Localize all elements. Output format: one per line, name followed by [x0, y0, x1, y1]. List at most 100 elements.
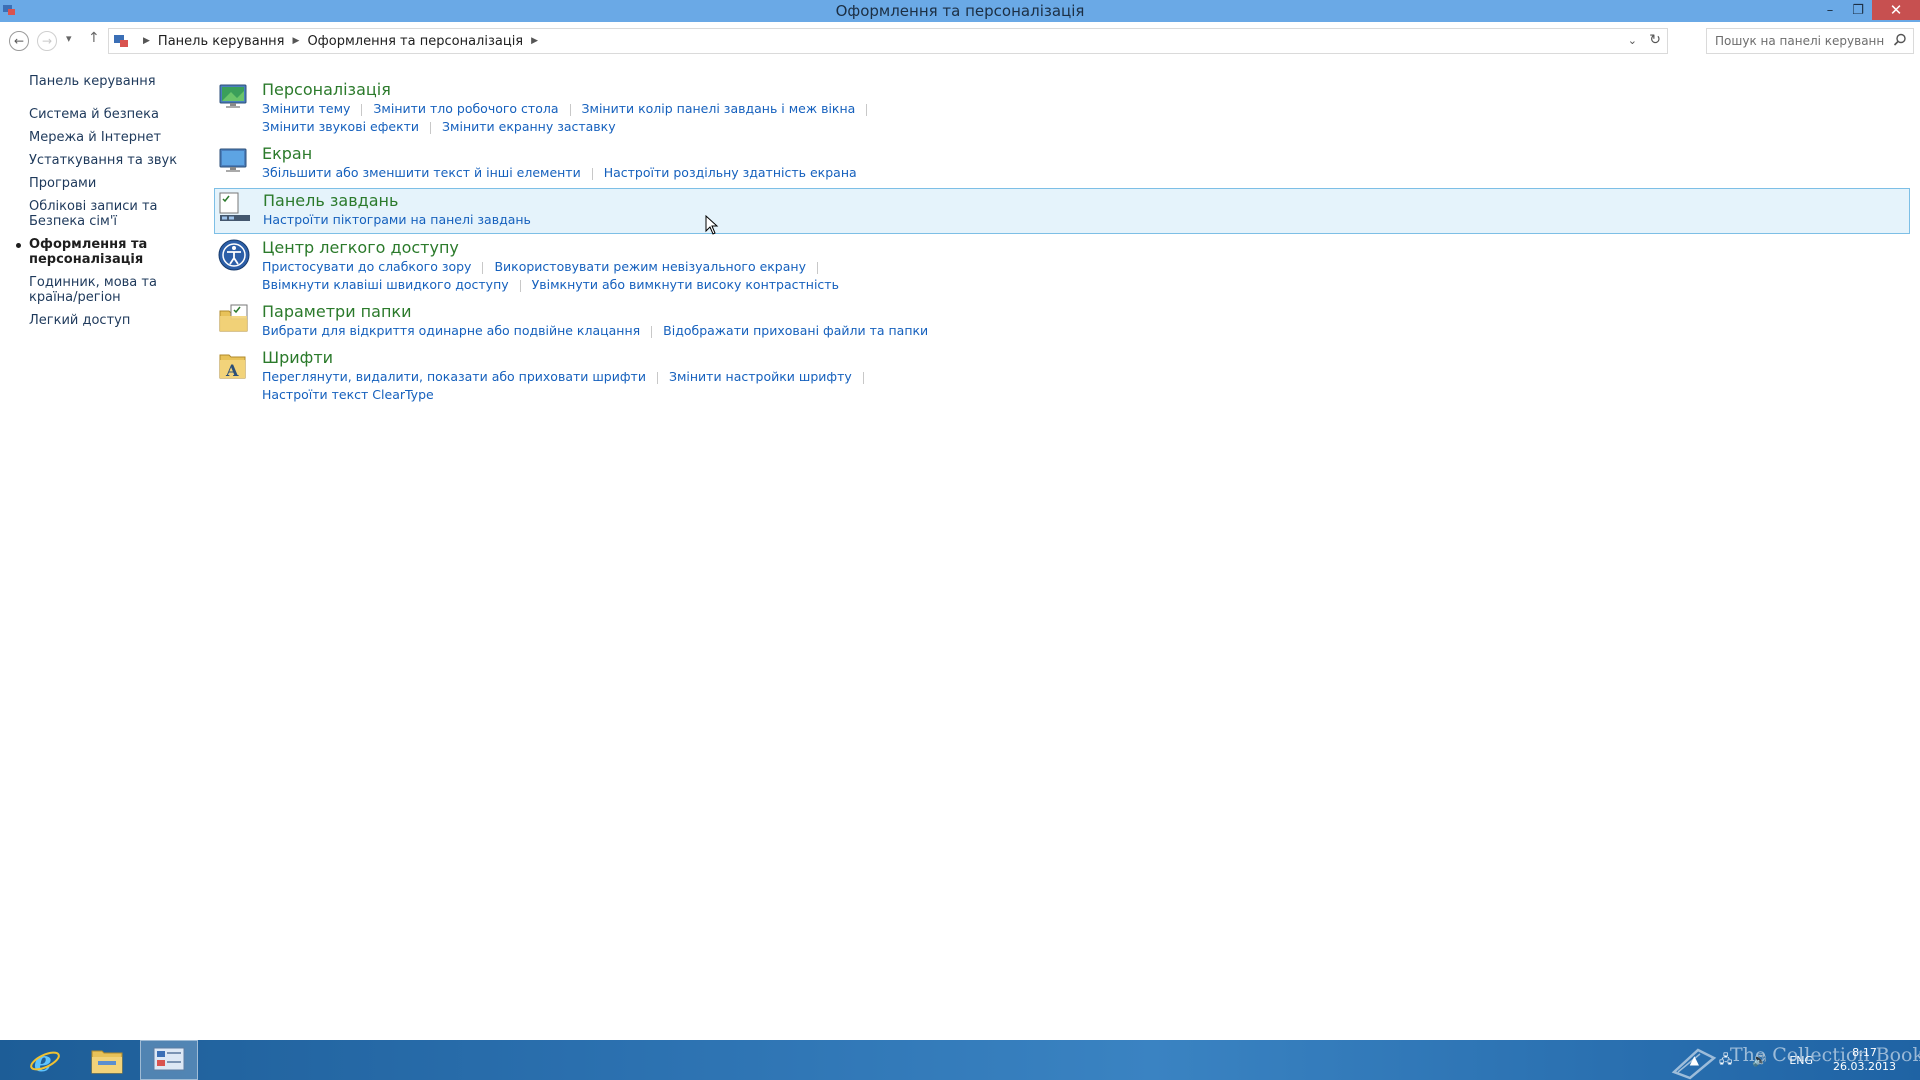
control-panel-app-icon[interactable]	[2, 3, 16, 17]
recent-locations-chevron-icon[interactable]: ▾	[66, 32, 72, 45]
link-change-screen-saver[interactable]: Змінити екранну заставку	[442, 119, 616, 134]
breadcrumb-chevron-icon[interactable]: ▶	[531, 36, 538, 46]
refresh-icon[interactable]: ↻	[1649, 32, 1661, 48]
link-optimize-visual-display[interactable]: Пристосувати до слабкого зору	[262, 259, 471, 274]
category-personalization: Персоналізація Змінити тему Змінити тло р…	[214, 78, 1910, 140]
link-customize-taskbar-icons[interactable]: Настроїти піктограми на панелі завдань	[263, 212, 531, 227]
link-change-desktop-background[interactable]: Змінити тло робочого стола	[373, 101, 558, 116]
link-show-hidden-files[interactable]: Відображати приховані файли та папки	[663, 323, 928, 338]
category-links: Переглянути, видалити, показати або прих…	[262, 368, 1910, 386]
sidebar-item-hardware-sound[interactable]: Устаткування та звук	[29, 153, 189, 168]
personalization-icon[interactable]	[217, 80, 251, 114]
control-panel-icon	[153, 1047, 185, 1071]
link-separator	[651, 325, 653, 338]
category-links: Настроїти текст ClearType	[262, 386, 1910, 404]
clock[interactable]: 8:17 26.03.2013	[1833, 1046, 1896, 1074]
link-scale-text[interactable]: Збільшити або зменшити текст й інші елем…	[262, 165, 581, 180]
category-title[interactable]: Центр легкого доступу	[262, 238, 459, 258]
category-folder-options: Параметри папки Вибрати для відкриття од…	[214, 300, 1910, 344]
breadcrumb-appearance[interactable]: Оформлення та персоналізація	[307, 34, 523, 49]
category-title[interactable]: Екран	[262, 144, 312, 164]
language-indicator[interactable]: ENG	[1789, 1054, 1813, 1067]
window-title: Оформлення та персоналізація	[835, 2, 1085, 20]
link-high-contrast[interactable]: Увімкнути або вимкнути високу контрастні…	[532, 277, 839, 292]
taskbar-internet-explorer[interactable]: e	[16, 1040, 74, 1080]
sidebar-item-clock-language-region[interactable]: Годинник, мова та країна/регіон	[29, 275, 189, 305]
link-adjust-resolution[interactable]: Настроїти роздільну здатність екрана	[604, 165, 857, 180]
title-bar: Оформлення та персоналізація – ❐ ✕	[0, 0, 1920, 22]
sidebar-item-system-security[interactable]: Система й безпека	[29, 107, 189, 122]
taskbar-icon[interactable]	[218, 191, 252, 225]
sidebar-item-appearance[interactable]: Оформлення та персоналізація	[16, 237, 189, 267]
search-box[interactable]	[1706, 28, 1914, 54]
link-change-window-color[interactable]: Змінити колір панелі завдань і меж вікна	[582, 101, 856, 116]
link-turn-on-easy-access-keys[interactable]: Ввімкнути клавіші швидкого доступу	[262, 277, 509, 292]
breadcrumb-chevron-icon[interactable]: ▶	[143, 36, 150, 46]
forward-button[interactable]: →	[37, 31, 57, 51]
link-separator	[591, 167, 593, 180]
category-title[interactable]: Шрифти	[262, 348, 333, 368]
show-hidden-icons-chevron-icon[interactable]: ▲	[1690, 1053, 1699, 1067]
category-title[interactable]: Параметри папки	[262, 302, 411, 322]
control-panel-crumb-icon	[114, 35, 128, 47]
taskbar-control-panel[interactable]	[140, 1040, 198, 1080]
window-controls: – ❐ ✕	[1816, 0, 1920, 20]
up-button[interactable]: ↑	[88, 30, 100, 46]
search-input[interactable]	[1715, 34, 1885, 48]
category-fonts: A Шрифти Переглянути, видалити, показати…	[214, 346, 1910, 408]
category-list: Персоналізація Змінити тему Змінити тло р…	[214, 78, 1910, 410]
link-adjust-cleartype[interactable]: Настроїти текст ClearType	[262, 387, 434, 402]
link-separator	[862, 371, 864, 384]
file-explorer-icon	[91, 1050, 123, 1074]
left-navigation: Панель керування Система й безпека Мереж…	[16, 74, 189, 336]
ease-of-access-icon[interactable]	[217, 238, 251, 272]
link-separator	[482, 261, 484, 274]
svg-text:e: e	[34, 1045, 52, 1077]
clock-time: 8:17	[1852, 1046, 1877, 1059]
category-title[interactable]: Персоналізація	[262, 80, 391, 100]
minimize-button[interactable]: –	[1816, 0, 1844, 20]
address-bar[interactable]: ▶ Панель керування ▶ Оформлення та персо…	[108, 28, 1668, 54]
link-separator	[656, 371, 658, 384]
breadcrumb-control-panel[interactable]: Панель керування	[158, 34, 285, 49]
category-title[interactable]: Панель завдань	[263, 191, 398, 211]
category-links: Вибрати для відкриття одинарне або подві…	[262, 322, 1910, 340]
link-use-screen-reader[interactable]: Використовувати режим невізуального екра…	[494, 259, 806, 274]
category-links: Збільшити або зменшити текст й інші елем…	[262, 164, 1910, 182]
back-button[interactable]: ←	[9, 31, 29, 51]
folder-options-icon[interactable]	[217, 302, 251, 336]
category-links: Пристосувати до слабкого зору Використову…	[262, 258, 1910, 276]
navigation-bar: ← → ▾ ↑ ▶ Панель керування ▶ Оформлення …	[0, 22, 1920, 60]
category-links: Змінити звукові ефекти Змінити екранну за…	[262, 118, 1910, 136]
category-taskbar: Панель завдань Настроїти піктограми на п…	[214, 188, 1910, 234]
clock-date: 26.03.2013	[1833, 1060, 1896, 1073]
link-separator	[866, 103, 868, 116]
link-change-theme[interactable]: Змінити тему	[262, 101, 350, 116]
close-button[interactable]: ✕	[1872, 0, 1920, 20]
link-single-double-click[interactable]: Вибрати для відкриття одинарне або подві…	[262, 323, 640, 338]
link-change-font-settings[interactable]: Змінити настройки шрифту	[669, 369, 852, 384]
link-change-sound-effects[interactable]: Змінити звукові ефекти	[262, 119, 419, 134]
sidebar-item-programs[interactable]: Програми	[29, 176, 189, 191]
sidebar-item-ease-of-access[interactable]: Легкий доступ	[29, 313, 189, 328]
link-separator	[816, 261, 818, 274]
sidebar-item-user-accounts[interactable]: Облікові записи та Безпека сім'ї	[29, 199, 189, 229]
category-links: Настроїти піктограми на панелі завдань	[263, 211, 1909, 229]
link-preview-fonts[interactable]: Переглянути, видалити, показати або прих…	[262, 369, 646, 384]
restore-button[interactable]: ❐	[1844, 0, 1872, 20]
network-icon[interactable]: 🖧	[1719, 1050, 1732, 1071]
system-tray: ▲ 🖧 🔊 ENG 8:17 26.03.2013	[1680, 1040, 1920, 1080]
taskbar-file-explorer[interactable]	[78, 1040, 136, 1080]
volume-icon[interactable]: 🔊	[1752, 1053, 1767, 1067]
category-display: Екран Збільшити або зменшити текст й інш…	[214, 142, 1910, 186]
fonts-icon[interactable]: A	[217, 348, 251, 382]
category-ease-of-access: Центр легкого доступу Пристосувати до сл…	[214, 236, 1910, 298]
breadcrumb-chevron-icon[interactable]: ▶	[293, 36, 300, 46]
control-panel-home-link[interactable]: Панель керування	[29, 74, 189, 89]
address-dropdown-icon[interactable]: ⌄	[1628, 34, 1637, 47]
category-links: Змінити тему Змінити тло робочого стола Зм…	[262, 100, 1910, 118]
link-separator	[519, 279, 521, 292]
display-icon[interactable]	[217, 144, 251, 178]
sidebar-item-network-internet[interactable]: Мережа й Інтернет	[29, 130, 189, 145]
search-icon[interactable]	[1893, 33, 1907, 47]
